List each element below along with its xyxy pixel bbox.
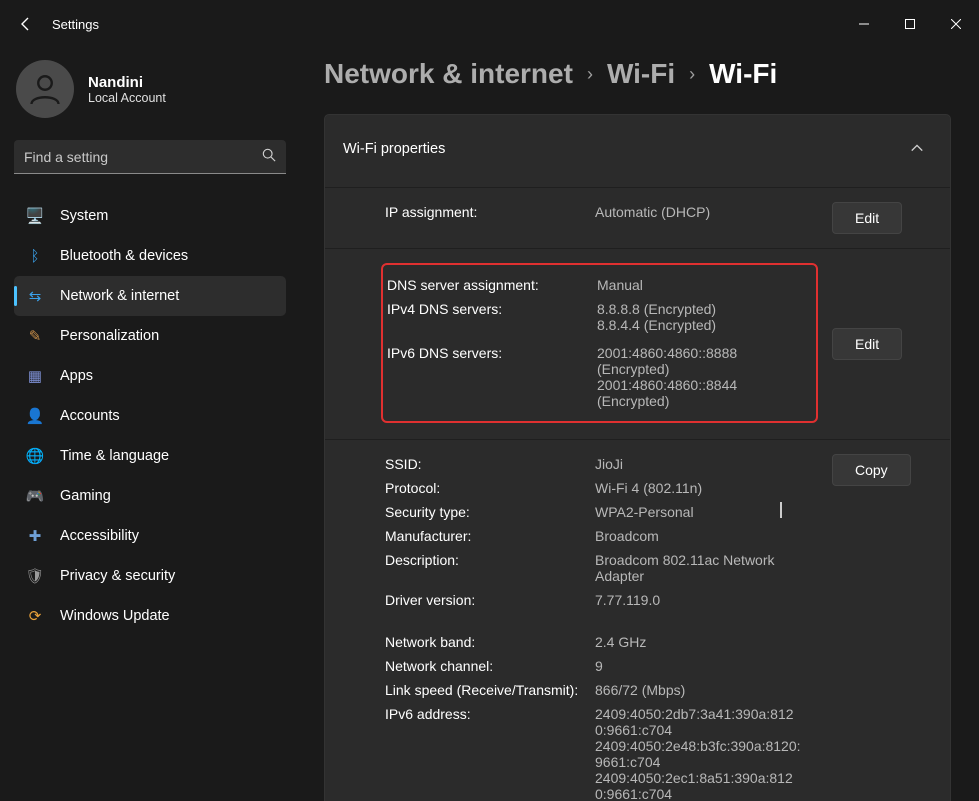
edit-dns-button[interactable]: Edit (832, 328, 902, 360)
sidebar-item-label: Accounts (60, 408, 120, 424)
security-value: WPA2-Personal (595, 502, 805, 522)
back-button[interactable] (16, 14, 36, 34)
ipv6-address-label: IPv6 address: (385, 704, 595, 801)
ip-assignment-label: IP assignment: (385, 202, 595, 222)
sidebar-item-update[interactable]: ⟳ Windows Update (14, 596, 286, 636)
ipv6-address-value: 2409:4050:2db7:3a41:390a:8120:9661:c7042… (595, 704, 805, 801)
driver-label: Driver version: (385, 590, 595, 610)
ipv6-dns-label: IPv6 DNS servers: (387, 343, 597, 411)
sidebar-item-network[interactable]: ⇆ Network & internet (14, 276, 286, 316)
dns-highlight-box: DNS server assignment: Manual IPv4 DNS s… (381, 263, 818, 423)
sidebar-item-accounts[interactable]: 👤 Accounts (14, 396, 286, 436)
sidebar-item-label: Windows Update (60, 608, 170, 624)
sidebar-item-time[interactable]: 🌐 Time & language (14, 436, 286, 476)
breadcrumb: Network & internet › Wi-Fi › Wi-Fi (324, 58, 951, 90)
text-cursor-icon (780, 502, 782, 518)
accessibility-icon: ✚ (26, 527, 44, 545)
user-account-type: Local Account (88, 91, 166, 105)
search-icon (262, 148, 276, 165)
maximize-button[interactable] (887, 8, 933, 40)
sidebar-item-label: Personalization (60, 328, 159, 344)
accounts-icon: 👤 (26, 407, 44, 425)
nav-list: 🖥️ System ᛒ Bluetooth & devices ⇆ Network & i… (14, 196, 286, 636)
sidebar-item-bluetooth[interactable]: ᛒ Bluetooth & devices (14, 236, 286, 276)
sidebar-item-label: Privacy & security (60, 568, 175, 584)
minimize-button[interactable] (841, 8, 887, 40)
sidebar-item-system[interactable]: 🖥️ System (14, 196, 286, 236)
protocol-value: Wi-Fi 4 (802.11n) (595, 478, 805, 498)
band-label: Network band: (385, 632, 595, 652)
sidebar-item-privacy[interactable]: 🛡 Privacy & security (14, 556, 286, 596)
titlebar: Settings (0, 0, 979, 48)
chevron-right-icon: › (587, 64, 593, 85)
dns-assignment-label: DNS server assignment: (387, 275, 597, 295)
gaming-icon: 🎮 (26, 487, 44, 505)
band-value: 2.4 GHz (595, 632, 805, 652)
network-icon: ⇆ (26, 287, 44, 305)
security-label: Security type: (385, 502, 595, 522)
sidebar-item-accessibility[interactable]: ✚ Accessibility (14, 516, 286, 556)
sidebar-item-label: System (60, 208, 108, 224)
ssid-block: SSID:JioJi Protocol:Wi-Fi 4 (802.11n) Se… (325, 439, 950, 626)
bluetooth-icon: ᛒ (26, 247, 44, 265)
sidebar-item-label: Time & language (60, 448, 169, 464)
copy-button[interactable]: Copy (832, 454, 911, 486)
panel-body: IP assignment: Automatic (DHCP) Edit DNS… (325, 183, 950, 801)
update-icon: ⟳ (26, 607, 44, 625)
search-input[interactable] (24, 149, 262, 165)
time-icon: 🌐 (26, 447, 44, 465)
breadcrumb-leaf: Wi-Fi (709, 58, 777, 90)
user-info[interactable]: Nandini Local Account (14, 56, 286, 134)
manufacturer-label: Manufacturer: (385, 526, 595, 546)
sidebar-item-label: Accessibility (60, 528, 139, 544)
channel-value: 9 (595, 656, 805, 676)
breadcrumb-root[interactable]: Network & internet (324, 58, 573, 90)
avatar (16, 60, 74, 118)
breadcrumb-mid[interactable]: Wi-Fi (607, 58, 675, 90)
speed-value: 866/72 (Mbps) (595, 680, 805, 700)
close-button[interactable] (933, 8, 979, 40)
protocol-label: Protocol: (385, 478, 595, 498)
sidebar-item-personalization[interactable]: ✎ Personalization (14, 316, 286, 356)
apps-icon: ▦ (26, 367, 44, 385)
window-controls (841, 8, 979, 40)
description-label: Description: (385, 550, 595, 586)
sidebar-item-apps[interactable]: ▦ Apps (14, 356, 286, 396)
speed-label: Link speed (Receive/Transmit): (385, 680, 595, 700)
chevron-up-icon (910, 141, 924, 158)
sidebar-item-gaming[interactable]: 🎮 Gaming (14, 476, 286, 516)
privacy-icon: 🛡 (26, 567, 44, 585)
manufacturer-value: Broadcom (595, 526, 805, 546)
window-title: Settings (52, 17, 99, 32)
ssid-value: JioJi (595, 454, 805, 474)
panel-header[interactable]: Wi-Fi properties (325, 115, 950, 183)
channel-label: Network channel: (385, 656, 595, 676)
ip-assignment-block: IP assignment: Automatic (DHCP) Edit (325, 187, 950, 248)
edit-ip-button[interactable]: Edit (832, 202, 902, 234)
ip-assignment-value: Automatic (DHCP) (595, 202, 805, 222)
driver-value: 7.77.119.0 (595, 590, 805, 610)
dns-assignment-value: Manual (597, 275, 807, 295)
user-name: Nandini (88, 74, 166, 91)
ssid-label: SSID: (385, 454, 595, 474)
description-value: Broadcom 802.11ac Network Adapter (595, 550, 805, 586)
chevron-right-icon: › (689, 64, 695, 85)
sidebar-item-label: Apps (60, 368, 93, 384)
system-icon: 🖥️ (26, 207, 44, 225)
panel-title: Wi-Fi properties (343, 141, 445, 157)
search-box[interactable] (14, 140, 286, 174)
sidebar-item-label: Network & internet (60, 288, 179, 304)
ipv4-dns-value: 8.8.8.8 (Encrypted)8.8.4.4 (Encrypted) (597, 299, 807, 335)
sidebar-item-label: Bluetooth & devices (60, 248, 188, 264)
dns-block: DNS server assignment: Manual IPv4 DNS s… (325, 248, 950, 439)
main-content: Network & internet › Wi-Fi › Wi-Fi Wi-Fi… (300, 48, 979, 801)
personalization-icon: ✎ (26, 327, 44, 345)
sidebar: Nandini Local Account 🖥️ System ᛒ Bluetooth… (0, 48, 300, 801)
wifi-properties-panel: Wi-Fi properties IP assignment: Automati… (324, 114, 951, 801)
sidebar-item-label: Gaming (60, 488, 111, 504)
ipv4-dns-label: IPv4 DNS servers: (387, 299, 597, 335)
network-details-block: Network band:2.4 GHz Network channel:9 L… (325, 626, 950, 801)
ipv6-dns-value: 2001:4860:4860::8888 (Encrypted)2001:486… (597, 343, 807, 411)
